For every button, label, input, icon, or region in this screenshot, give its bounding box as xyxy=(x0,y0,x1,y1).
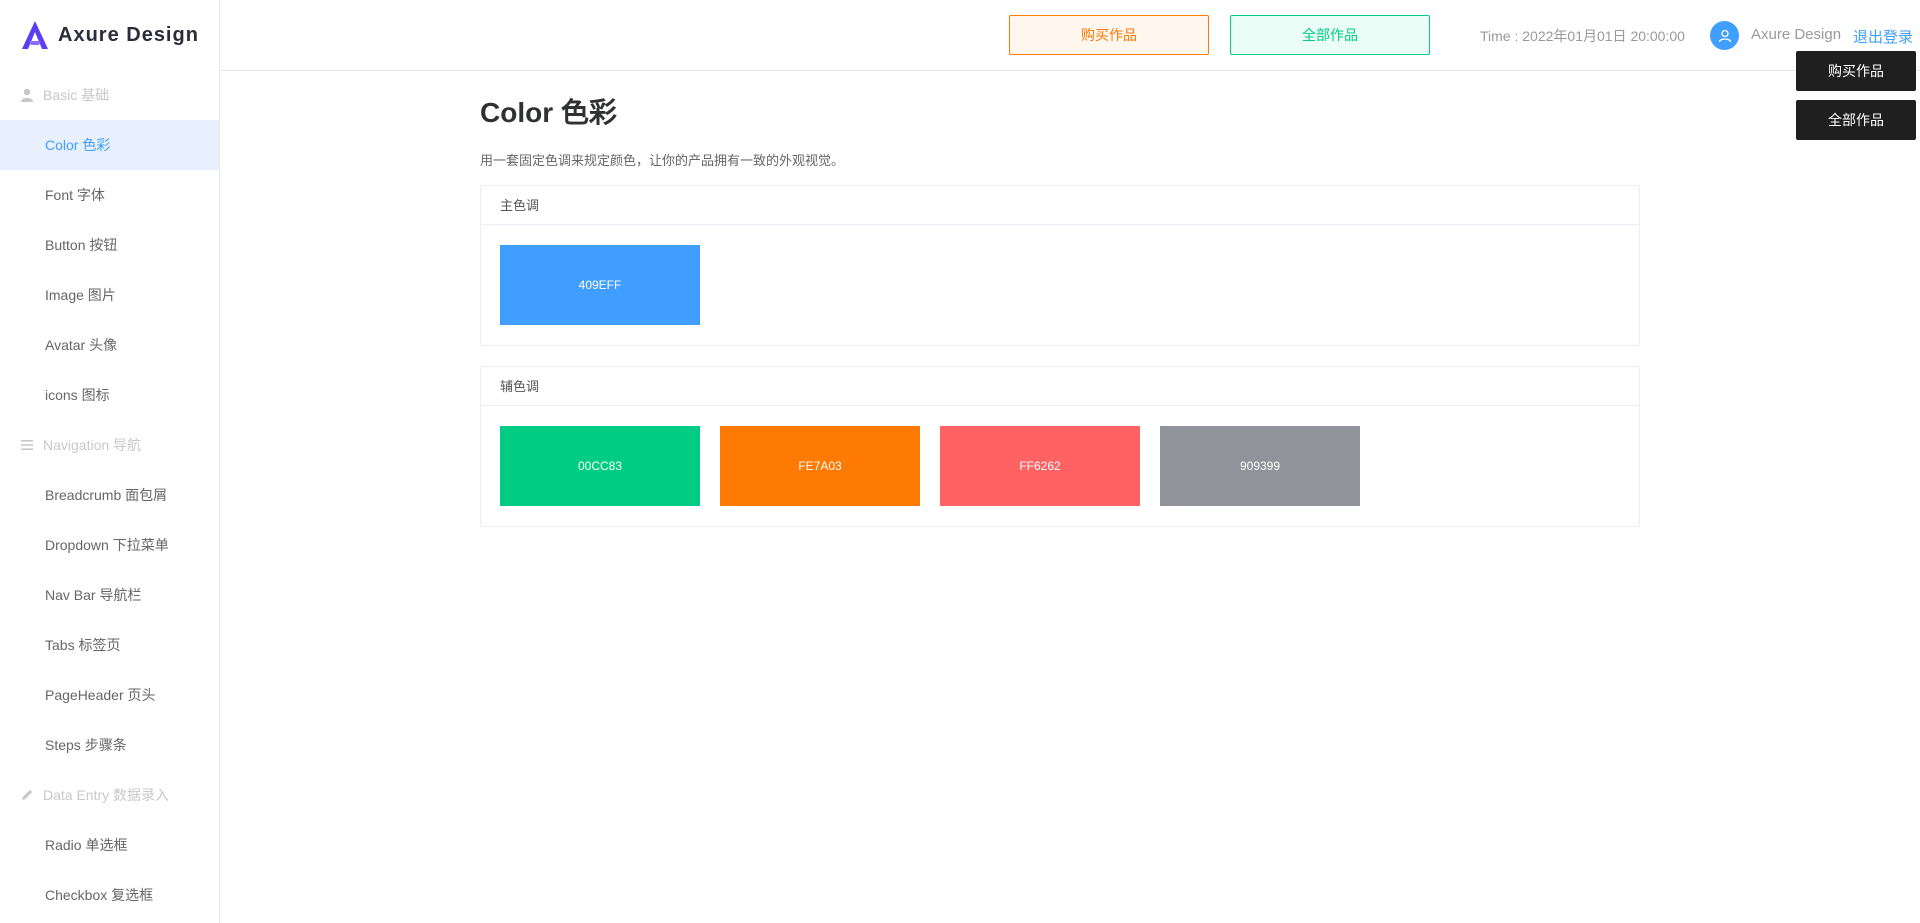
sidebar-item[interactable]: Font 字体 xyxy=(0,170,219,220)
floating-all-works-button[interactable]: 全部作品 xyxy=(1796,100,1916,140)
sidebar-group: Navigation 导航 xyxy=(0,420,219,470)
color-swatch: 909399 xyxy=(1160,426,1360,506)
swatch-list: 00CC83 FE7A03 FF6262 909399 xyxy=(481,406,1639,526)
user-icon xyxy=(20,88,34,102)
sidebar-group-label: Navigation 导航 xyxy=(43,437,142,453)
sidebar-item[interactable]: Nav Bar 导航栏 xyxy=(0,570,219,620)
logo-icon xyxy=(22,21,48,49)
sidebar-item[interactable]: Radio 单选框 xyxy=(0,820,219,870)
sidebar-item[interactable]: Button 按钮 xyxy=(0,220,219,270)
color-swatch: 409EFF xyxy=(500,245,700,325)
sidebar-item[interactable]: Checkbox 复选框 xyxy=(0,870,219,920)
primary-color-card: 主色调 409EFF xyxy=(480,185,1640,346)
sidebar-item[interactable]: Dropdown 下拉菜单 xyxy=(0,520,219,570)
time-display: Time : 2022年01月01日 20:00:00 xyxy=(1480,28,1685,44)
sidebar-group: Data Entry 数据录入 xyxy=(0,770,219,820)
all-works-button[interactable]: 全部作品 xyxy=(1230,15,1430,55)
floating-buy-works-button[interactable]: 购买作品 xyxy=(1796,51,1916,91)
swatch-list: 409EFF xyxy=(481,225,1639,345)
sidebar-item[interactable]: Image 图片 xyxy=(0,270,219,320)
page-title: Color 色彩 xyxy=(480,97,617,128)
main-content: Color 色彩 用一套固定色调来规定颜色，让你的产品拥有一致的外观视觉。 主色… xyxy=(480,90,1640,527)
sidebar: Axure Design Basic 基础 Color 色彩 Font 字体 Butt… xyxy=(0,0,220,923)
menu-icon xyxy=(20,438,34,452)
sidebar-group-label: Basic 基础 xyxy=(43,87,110,103)
avatar[interactable] xyxy=(1710,21,1739,50)
logo[interactable]: Axure Design xyxy=(0,0,219,70)
sidebar-item[interactable]: PageHeader 页头 xyxy=(0,670,219,720)
top-header: 购买作品 全部作品 Time : 2022年01月01日 20:00:00 Ax… xyxy=(221,0,1920,71)
sidebar-item[interactable]: Steps 步骤条 xyxy=(0,720,219,770)
sidebar-group: Basic 基础 xyxy=(0,70,219,120)
card-title: 主色调 xyxy=(481,186,1639,225)
sidebar-item[interactable]: icons 图标 xyxy=(0,370,219,420)
user-name: Axure Design xyxy=(1751,26,1842,43)
color-swatch: FF6262 xyxy=(940,426,1140,506)
sidebar-item[interactable]: Color 色彩 xyxy=(0,120,219,170)
card-title: 辅色调 xyxy=(481,367,1639,406)
logout-link[interactable]: 退出登录 xyxy=(1853,26,1913,47)
logo-text: Axure Design xyxy=(58,23,199,46)
secondary-color-card: 辅色调 00CC83 FE7A03 FF6262 909399 xyxy=(480,366,1640,527)
sidebar-nav: Basic 基础 Color 色彩 Font 字体 Button 按钮 Image 图片… xyxy=(0,70,219,920)
sidebar-item[interactable]: Tabs 标签页 xyxy=(0,620,219,670)
pencil-icon xyxy=(20,788,34,802)
sidebar-item[interactable]: Breadcrumb 面包屑 xyxy=(0,470,219,520)
color-swatch: FE7A03 xyxy=(720,426,920,506)
sidebar-group-label: Data Entry 数据录入 xyxy=(43,787,170,803)
sidebar-item[interactable]: Avatar 头像 xyxy=(0,320,219,370)
user-icon xyxy=(1718,29,1731,42)
color-swatch: 00CC83 xyxy=(500,426,700,506)
page-description: 用一套固定色调来规定颜色，让你的产品拥有一致的外观视觉。 xyxy=(480,153,845,168)
buy-works-button[interactable]: 购买作品 xyxy=(1009,15,1209,55)
